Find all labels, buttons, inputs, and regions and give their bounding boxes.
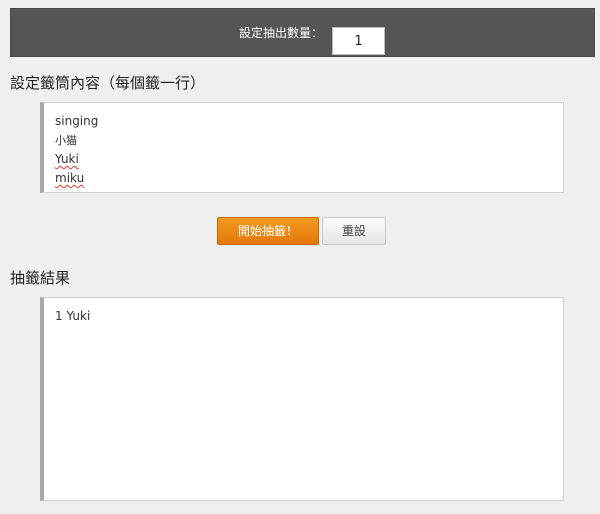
lot-line: miku (55, 171, 85, 185)
top-settings-bar: 設定抽出數量： (10, 8, 595, 57)
start-draw-button[interactable]: 開始抽籤！ (217, 217, 319, 245)
draw-count-label: 設定抽出數量： (239, 26, 324, 40)
draw-result-title: 抽籤結果 (10, 269, 71, 287)
result-line: 1 Yuki (55, 309, 91, 323)
lot-line: singing (55, 114, 99, 128)
lots-content-title: 設定籤筒內容（每個籤一行） (10, 74, 206, 92)
draw-count-input[interactable] (332, 27, 385, 55)
lot-line: 小猫 (55, 134, 77, 147)
draw-result-textarea[interactable]: 1 Yuki (40, 297, 564, 501)
lots-content-textarea[interactable]: singing 小猫 Yuki miku (40, 102, 564, 193)
reset-button[interactable]: 重設 (322, 217, 386, 245)
lot-line: Yuki (55, 152, 79, 166)
